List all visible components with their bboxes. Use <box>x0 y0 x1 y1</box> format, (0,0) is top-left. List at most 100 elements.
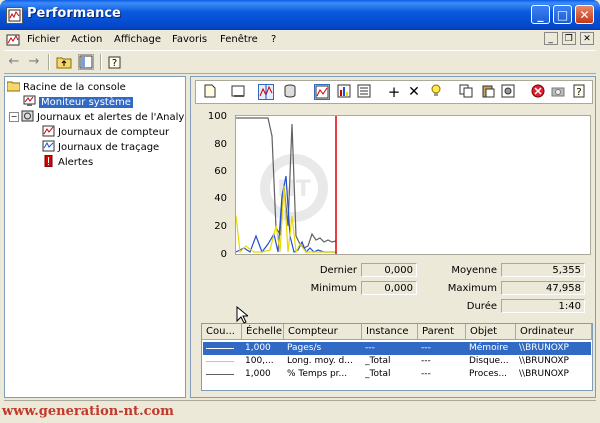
performance-app-icon <box>6 7 23 24</box>
counter-scale: 1,000 <box>245 343 271 353</box>
series-color-swatch <box>206 348 234 349</box>
watermark-text: www.generation-nt.com <box>2 404 174 419</box>
menu-action[interactable]: Action <box>71 34 102 45</box>
mdi-minimize-button[interactable]: _ <box>543 32 558 45</box>
collapse-icon[interactable]: − <box>9 112 19 122</box>
main-toolbar: ← → ? <box>4 50 596 74</box>
view-log-data-icon[interactable] <box>282 84 298 100</box>
series-color-swatch <box>206 361 234 362</box>
delete-counter-icon[interactable]: ✕ <box>406 84 422 100</box>
column-header-computer[interactable]: Ordinateur <box>516 324 592 340</box>
stat-last-label: Dernier <box>319 265 357 276</box>
svg-text:?: ? <box>112 58 117 69</box>
counter-object: Disque... <box>469 356 509 366</box>
counter-instance: --- <box>365 343 375 353</box>
tree-item-label: Journaux de traçage <box>58 142 160 153</box>
console-tree: Racine de la console Moniteur système − J… <box>4 76 186 398</box>
up-folder-icon[interactable] <box>56 54 72 70</box>
column-header-counter[interactable]: Compteur <box>284 324 362 340</box>
show-hide-tree-icon[interactable] <box>78 54 94 70</box>
title-bar[interactable]: Performance _ □ ✕ <box>0 0 600 30</box>
properties-icon[interactable] <box>500 84 516 100</box>
mdi-close-button[interactable]: ✕ <box>580 32 594 45</box>
counter-computer: \\BRUNOXP <box>519 343 569 353</box>
copy-properties-icon[interactable] <box>458 84 474 100</box>
menu-fenetre[interactable]: Fenêtre <box>220 34 258 45</box>
column-header-instance[interactable]: Instance <box>362 324 418 340</box>
menu-favoris[interactable]: Favoris <box>172 34 207 45</box>
tree-item-trace-logs[interactable]: Journaux de traçage <box>42 140 159 154</box>
freeze-display-icon[interactable] <box>530 84 546 100</box>
window-title: Performance <box>27 6 121 21</box>
view-current-activity-icon[interactable] <box>258 84 274 100</box>
maximize-button[interactable]: □ <box>553 5 572 24</box>
counter-parent: --- <box>421 343 431 353</box>
counter-object: Mémoire <box>469 343 509 353</box>
performance-graph[interactable]: NT <box>235 115 591 255</box>
paste-counter-list-icon[interactable] <box>480 84 496 100</box>
system-monitor-toolbar: + ✕ ? <box>195 80 593 104</box>
view-report-icon[interactable] <box>356 84 372 100</box>
trace-log-icon <box>42 140 55 152</box>
tree-item-system-monitor[interactable]: Moniteur système <box>23 95 133 109</box>
minimize-button[interactable]: _ <box>531 5 550 24</box>
menu-fichier[interactable]: Fichier <box>27 34 60 45</box>
stat-maximum-value: 47,958 <box>501 281 585 295</box>
mouse-cursor-icon <box>236 306 248 324</box>
console-menu-icon[interactable] <box>6 33 20 47</box>
system-monitor-pane: + ✕ ? 100 80 60 40 20 0 NT Dernier 0,000… <box>190 76 596 398</box>
clear-display-icon[interactable] <box>230 84 246 100</box>
y-tick-label: 60 <box>214 166 227 177</box>
tree-item-label: Journaux et alertes de l'Analyseur <box>37 112 185 123</box>
tree-item-label: Racine de la console <box>23 82 126 93</box>
toolbar-separator <box>100 54 102 70</box>
column-header-parent[interactable]: Parent <box>418 324 466 340</box>
y-tick-label: 80 <box>214 139 227 150</box>
monitor-icon <box>23 95 36 107</box>
counter-scale: 100,... <box>245 356 274 366</box>
mdi-window-controls: _ ❐ ✕ <box>543 32 594 45</box>
counter-instance: _Total <box>365 369 391 379</box>
counter-scale: 1,000 <box>245 369 271 379</box>
forward-arrow-icon[interactable]: → <box>26 54 42 70</box>
view-graph-icon[interactable] <box>314 84 330 100</box>
counter-log-icon <box>42 125 55 137</box>
view-histogram-icon[interactable] <box>336 84 352 100</box>
stat-average-label: Moyenne <box>451 265 497 276</box>
main-window: Performance _ □ ✕ Fichier Action Afficha… <box>0 0 600 423</box>
counter-row[interactable]: 1,000 % Temps pr... _Total --- Proces...… <box>203 368 591 381</box>
close-button[interactable]: ✕ <box>575 5 594 24</box>
tree-item-label: Alertes <box>58 157 94 168</box>
tree-item-counter-logs[interactable]: Journaux de compteur <box>42 125 169 139</box>
column-header-color[interactable]: Cou... <box>202 324 242 340</box>
tree-item-logs-alerts[interactable]: − Journaux et alertes de l'Analyseur <box>9 110 185 124</box>
stat-last-value: 0,000 <box>361 263 417 277</box>
tree-item-console-root[interactable]: Racine de la console <box>6 80 126 94</box>
mdi-restore-button[interactable]: ❐ <box>561 32 576 45</box>
counter-row[interactable]: 100,... Long. moy. d... _Total --- Disqu… <box>203 355 591 368</box>
series-color-swatch <box>206 374 234 375</box>
highlight-icon[interactable] <box>428 84 444 100</box>
counter-list[interactable]: Cou... Échelle Compteur Instance Parent … <box>201 323 593 391</box>
counter-name: % Temps pr... <box>287 369 348 379</box>
help-icon[interactable]: ? <box>108 54 124 70</box>
add-counter-icon[interactable]: + <box>386 84 402 100</box>
menu-help[interactable]: ? <box>271 34 276 45</box>
column-header-scale[interactable]: Échelle <box>242 324 284 340</box>
menu-affichage[interactable]: Affichage <box>114 34 161 45</box>
back-arrow-icon[interactable]: ← <box>6 54 22 70</box>
stat-average-value: 5,355 <box>501 263 585 277</box>
counter-name: Long. moy. d... <box>287 356 353 366</box>
new-counter-set-icon[interactable] <box>202 84 218 100</box>
graph-canvas: NT <box>235 116 337 255</box>
counter-name: Pages/s <box>287 343 322 353</box>
counter-parent: --- <box>421 356 431 366</box>
column-header-object[interactable]: Objet <box>466 324 516 340</box>
counter-computer: \\BRUNOXP <box>519 369 569 379</box>
counter-row[interactable]: 1,000 Pages/s --- --- Mémoire \\BRUNOXP <box>203 342 591 355</box>
y-tick-label: 20 <box>214 221 227 232</box>
help-icon[interactable]: ? <box>572 84 588 100</box>
tree-item-alerts[interactable]: Alertes <box>42 154 94 169</box>
update-data-icon[interactable] <box>550 84 566 100</box>
menu-bar: Fichier Action Affichage Favoris Fenêtre… <box>4 30 596 50</box>
